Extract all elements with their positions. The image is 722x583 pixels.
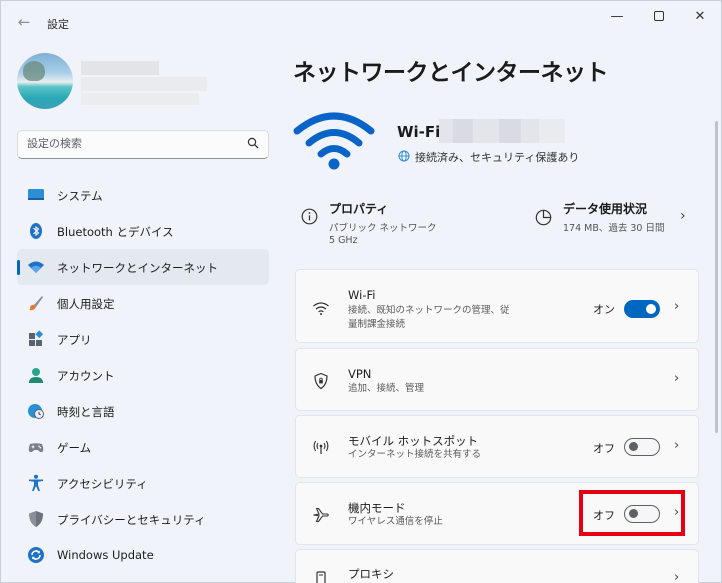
- sidebar-item-label: 時刻と言語: [57, 405, 115, 419]
- wifi-toggle[interactable]: [624, 300, 660, 318]
- info-icon[interactable]: [301, 208, 318, 225]
- card-subtitle: 接続、既知のネットワークの管理、従量制課金接続: [348, 305, 510, 330]
- proxy-card[interactable]: プロキシ ›: [295, 549, 699, 583]
- brush-icon: [29, 296, 43, 311]
- blurred-ssid: [439, 119, 565, 143]
- data-usage-amount: 174 MB、過去 30 日間: [563, 223, 665, 234]
- sidebar-item-bluetooth[interactable]: Bluetooth とデバイス: [17, 213, 269, 249]
- app-title: 設定: [47, 18, 69, 31]
- wifi-hero-label: Wi-Fi: [397, 123, 441, 141]
- search-box[interactable]: [17, 130, 269, 159]
- sidebar-item-accounts[interactable]: アカウント: [17, 357, 269, 393]
- globe-icon: [398, 150, 410, 162]
- gamepad-icon: [28, 443, 44, 453]
- annotation-highlight-box: [579, 490, 685, 536]
- vpn-card[interactable]: VPN 追加、接続、管理 ›: [295, 348, 699, 411]
- data-usage-link[interactable]: データ使用状況: [563, 200, 647, 217]
- minimize-button[interactable]: —: [599, 7, 635, 27]
- scrollbar[interactable]: [715, 121, 718, 433]
- card-title: 機内モード: [348, 501, 406, 515]
- chevron-right-icon[interactable]: ›: [674, 570, 679, 583]
- card-subtitle: 追加、接続、管理: [348, 383, 425, 394]
- proxy-icon: [316, 571, 326, 583]
- mobile-hotspot-card[interactable]: モバイル ホットスポット インターネット接続を共有する オフ ›: [295, 415, 699, 478]
- hotspot-toggle[interactable]: [624, 438, 660, 456]
- sidebar-item-apps[interactable]: アプリ: [17, 321, 269, 357]
- sidebar-item-label: Bluetooth とデバイス: [57, 225, 174, 239]
- shield-icon: [29, 511, 43, 527]
- close-button[interactable]: ✕: [682, 7, 718, 27]
- network-type: パブリック ネットワーク: [329, 223, 437, 234]
- toggle-state-label: オフ: [593, 442, 615, 455]
- chevron-right-icon[interactable]: ›: [674, 371, 679, 386]
- accessibility-icon: [29, 474, 43, 491]
- sidebar-item-time-language[interactable]: 時刻と言語: [17, 393, 269, 429]
- card-title: プロキシ: [348, 567, 394, 581]
- sidebar-item-label: アクセシビリティ: [57, 477, 148, 491]
- card-title: モバイル ホットスポット: [348, 434, 479, 448]
- airplane-icon: [313, 507, 329, 523]
- sidebar-item-system[interactable]: システム: [17, 177, 269, 213]
- title-bar: ← 設定 — ✕: [1, 1, 722, 41]
- settings-window: ← 設定 — ✕ システム: [0, 0, 722, 583]
- clock-globe-icon: [28, 404, 44, 419]
- sidebar-item-privacy[interactable]: プライバシーとセキュリティ: [17, 501, 269, 537]
- back-arrow-icon[interactable]: ←: [13, 11, 35, 33]
- data-usage-icon[interactable]: [535, 209, 552, 226]
- sidebar-item-label: ゲーム: [57, 441, 92, 455]
- toggle-state-label: オン: [593, 303, 615, 316]
- sidebar-item-label: 個人用設定: [57, 297, 115, 311]
- wifi-icon: [313, 302, 329, 315]
- sidebar-item-accessibility[interactable]: アクセシビリティ: [17, 465, 269, 501]
- search-input[interactable]: [27, 137, 237, 150]
- sidebar-item-gaming[interactable]: ゲーム: [17, 429, 269, 465]
- network-band: 5 GHz: [329, 235, 358, 246]
- connection-status: 接続済み、セキュリティ保護あり: [415, 151, 580, 164]
- system-icon: [28, 189, 44, 200]
- account-icon: [29, 368, 43, 383]
- active-indicator: [17, 260, 20, 275]
- sidebar-item-personalization[interactable]: 個人用設定: [17, 285, 269, 321]
- card-subtitle: インターネット接続を共有する: [348, 449, 482, 460]
- card-title: Wi-Fi: [348, 288, 376, 302]
- sidebar-item-label: アカウント: [57, 369, 115, 383]
- chevron-right-icon[interactable]: ›: [680, 208, 686, 224]
- sidebar-item-label: アプリ: [57, 333, 92, 347]
- sidebar-item-label: システム: [57, 189, 103, 203]
- sidebar-item-windows-update[interactable]: Windows Update: [17, 537, 269, 573]
- wifi-icon: [28, 261, 44, 273]
- maximize-button[interactable]: [641, 7, 677, 27]
- page-title: ネットワークとインターネット: [293, 60, 609, 86]
- bluetooth-icon: [30, 223, 42, 239]
- shield-icon: [314, 372, 328, 390]
- update-icon: [28, 547, 44, 563]
- chevron-right-icon[interactable]: ›: [674, 299, 679, 314]
- chevron-right-icon[interactable]: ›: [674, 438, 679, 453]
- avatar: [17, 53, 73, 109]
- hotspot-icon: [313, 440, 329, 454]
- sidebar-item-label: Windows Update: [57, 548, 154, 562]
- sidebar-item-label: ネットワークとインターネット: [57, 261, 218, 275]
- wifi-large-icon: [293, 112, 375, 170]
- maximize-icon: [654, 11, 664, 21]
- card-title: VPN: [348, 367, 372, 381]
- card-subtitle: ワイヤレス通信を停止: [348, 516, 443, 527]
- sidebar-item-label: プライバシーとセキュリティ: [57, 513, 206, 527]
- sidebar-nav: システム Bluetooth とデバイス ネットワークとインターネット 個人用設…: [17, 177, 269, 573]
- wifi-settings-card[interactable]: Wi-Fi 接続、既知のネットワークの管理、従量制課金接続 オン ›: [295, 269, 699, 343]
- search-icon[interactable]: [247, 137, 259, 149]
- sidebar-item-network[interactable]: ネットワークとインターネット: [17, 249, 269, 285]
- properties-link[interactable]: プロパティ: [329, 200, 388, 217]
- blurred-user-name: [81, 61, 207, 107]
- apps-icon: [29, 330, 44, 346]
